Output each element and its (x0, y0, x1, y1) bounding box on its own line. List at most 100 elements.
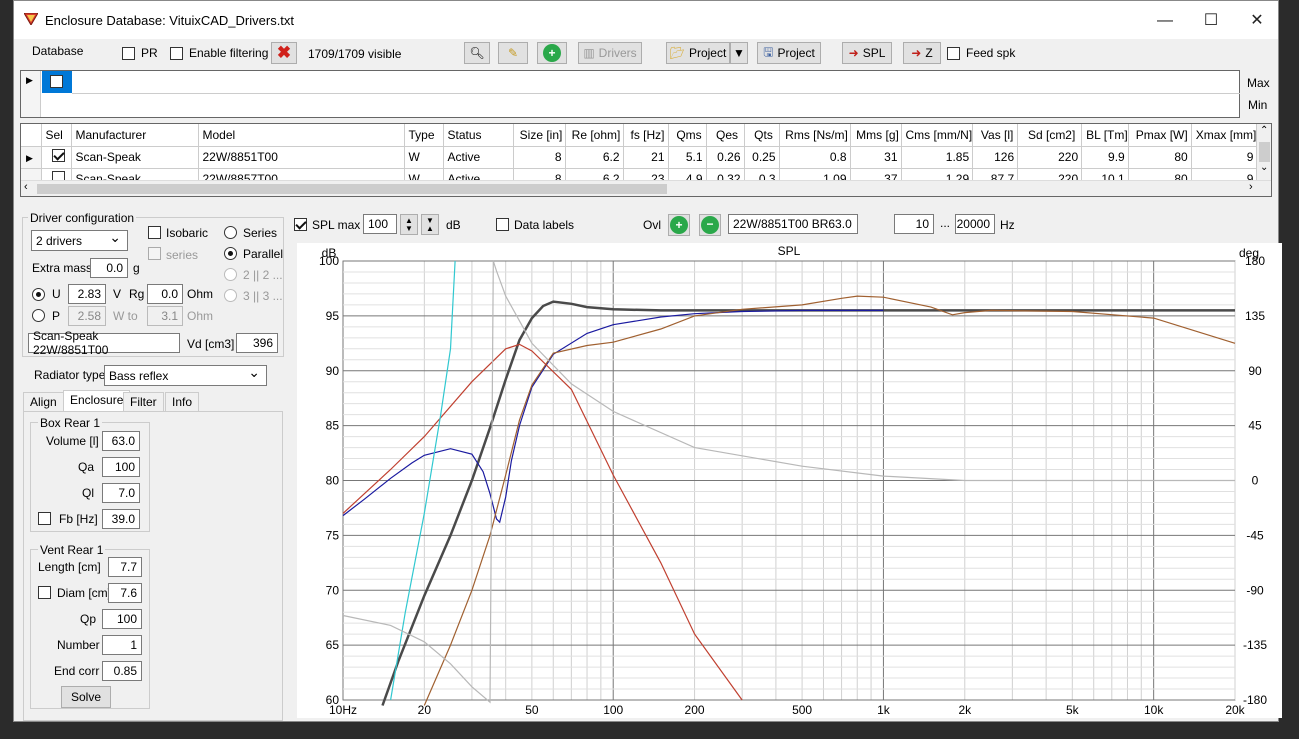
sel-cell[interactable] (41, 146, 72, 169)
diam-input[interactable]: 7.6 (108, 583, 142, 603)
add-button[interactable]: + (537, 42, 567, 64)
table-cell[interactable]: 126 (972, 146, 1019, 169)
radiator-type-select[interactable]: Bass reflex (104, 364, 267, 386)
opt-2-radio[interactable] (224, 268, 237, 281)
length-input[interactable]: 7.7 (108, 557, 142, 577)
qp-input[interactable]: 100 (102, 609, 142, 629)
project-dropdown-button[interactable]: ▼ (730, 42, 748, 64)
save-project-button[interactable]: 🖫 Project (757, 42, 821, 64)
isobaric-checkbox[interactable] (148, 226, 161, 239)
rg-input[interactable]: 0.0 (147, 284, 183, 304)
column-header[interactable]: Size [in] (513, 124, 566, 147)
drivers-count-select[interactable]: 2 drivers (31, 229, 128, 251)
spl-max-stepper[interactable]: ▲ ▼ (400, 214, 418, 235)
table-cell[interactable]: Scan-Speak (71, 146, 199, 169)
add-overlay-button[interactable]: + (668, 214, 690, 236)
table-cell[interactable]: 6.2 (565, 146, 624, 169)
column-header[interactable]: Qes (706, 124, 745, 147)
column-header[interactable]: Model (198, 124, 405, 147)
table-cell[interactable]: 21 (623, 146, 669, 169)
pr-checkbox[interactable] (122, 46, 135, 60)
edit-button[interactable]: ✎ (498, 42, 528, 64)
data-labels-checkbox[interactable] (496, 218, 509, 231)
table-cell[interactable]: 8 (513, 146, 566, 169)
parallel-radio[interactable] (224, 247, 237, 260)
vertical-scrollbar[interactable]: ⌃ ⌄ (1257, 124, 1271, 180)
spl-max-input[interactable]: 100 (363, 214, 397, 234)
table-cell[interactable]: 22W/8851T00 (198, 146, 405, 169)
column-header[interactable]: Xmax [mm] (1191, 124, 1258, 147)
number-input[interactable]: 1 (102, 635, 142, 655)
spl-chart[interactable]: 10Hz 20 50 100 200 500 1k 2k 5k 10k 20k 100 95 90 85 80… (297, 243, 1282, 718)
table-cell[interactable]: 1.85 (901, 146, 974, 169)
column-header[interactable]: BL [Tm] (1081, 124, 1129, 147)
series-radio[interactable] (224, 226, 237, 239)
p-input[interactable]: 2.58 (68, 306, 106, 326)
table-cell[interactable]: 9 (1191, 146, 1258, 169)
table-cell[interactable]: 0.8 (779, 146, 851, 169)
clear-filter-button[interactable]: ✖ (271, 42, 297, 64)
u-radio[interactable] (32, 288, 45, 301)
spl-range-button[interactable]: ▼ ▲ (421, 214, 439, 235)
vertical-scroll-thumb[interactable] (1259, 142, 1270, 162)
vd-input[interactable]: 396 (236, 333, 278, 353)
solve-button[interactable]: Solve (61, 686, 111, 708)
table-cell[interactable]: 9.9 (1081, 146, 1129, 169)
table-cell[interactable]: 0.25 (744, 146, 780, 169)
close-button[interactable]: ✕ (1242, 9, 1272, 33)
diam-checkbox[interactable] (38, 586, 51, 599)
table-cell[interactable]: 220 (1017, 146, 1083, 169)
column-header[interactable]: Pmax [W] (1128, 124, 1192, 147)
column-header[interactable]: Vas [l] (972, 124, 1019, 147)
column-header[interactable]: fs [Hz] (623, 124, 669, 147)
tab-filter[interactable]: Filter (123, 392, 164, 411)
open-project-button[interactable]: 📂︎ Project (666, 42, 730, 64)
column-header[interactable]: Sd [cm2] (1017, 124, 1083, 147)
table-cell[interactable]: 5.1 (668, 146, 707, 169)
f-min-input[interactable]: 10 (894, 214, 934, 234)
table-cell[interactable]: Active (443, 146, 514, 169)
opt-3-radio[interactable] (224, 289, 237, 302)
column-header[interactable]: Manufacturer (71, 124, 199, 147)
table-row[interactable]: ▶ Scan-Speak 22W/8851T00 W Active 8 6.2 21 5.1 0.… (21, 146, 1258, 169)
filter-sel-cell[interactable] (42, 71, 72, 93)
column-header[interactable]: Status (443, 124, 514, 147)
remove-overlay-button[interactable]: − (699, 214, 721, 236)
column-header[interactable]: Mms [g] (850, 124, 902, 147)
fb-input[interactable]: 39.0 (102, 509, 140, 529)
column-header[interactable]: Sel (41, 124, 72, 147)
maximize-button[interactable]: ☐ (1196, 9, 1226, 33)
overlay-name-input[interactable]: 22W/8851T00 BR63.0 (728, 214, 858, 234)
tab-align[interactable]: Align (23, 392, 64, 411)
horizontal-scrollbar[interactable]: ‹ › (21, 180, 1271, 196)
table-cell[interactable]: 80 (1128, 146, 1192, 169)
table-cell[interactable]: 31 (850, 146, 902, 169)
fb-checkbox[interactable] (38, 512, 51, 525)
w-to-input[interactable]: 3.1 (147, 306, 183, 326)
tab-info[interactable]: Info (165, 392, 200, 411)
column-header[interactable]: Re [ohm] (565, 124, 624, 147)
column-header[interactable]: Type (404, 124, 444, 147)
p-radio[interactable] (32, 309, 45, 322)
minimize-button[interactable]: — (1150, 9, 1180, 33)
qa-input[interactable]: 100 (102, 457, 140, 477)
column-header[interactable]: Qts (744, 124, 780, 147)
column-header[interactable]: Rms [Ns/m] (779, 124, 851, 147)
column-header[interactable]: Cms [mm/N] (901, 124, 974, 147)
f-max-input[interactable]: 20000 (955, 214, 995, 234)
enable-filtering-checkbox[interactable] (170, 46, 183, 60)
sel-checkbox[interactable] (51, 149, 65, 162)
end-corr-input[interactable]: 0.85 (102, 661, 142, 681)
u-input[interactable]: 2.83 (68, 284, 106, 304)
tab-enclosure[interactable]: Enclosure (63, 390, 131, 412)
filter-cells[interactable] (72, 71, 1240, 117)
table-cell[interactable]: W (404, 146, 444, 169)
driver-name-field[interactable]: Scan-Speak 22W/8851T00 (28, 329, 180, 357)
spl-max-checkbox[interactable] (294, 218, 307, 231)
ql-input[interactable]: 7.0 (102, 483, 140, 503)
horizontal-scroll-thumb[interactable] (37, 184, 667, 194)
volume-input[interactable]: 63.0 (102, 431, 140, 451)
filter-sel-checkbox[interactable] (50, 75, 63, 88)
export-spl-button[interactable]: ➜ SPL (842, 42, 892, 64)
table-cell[interactable]: 0.26 (706, 146, 745, 169)
